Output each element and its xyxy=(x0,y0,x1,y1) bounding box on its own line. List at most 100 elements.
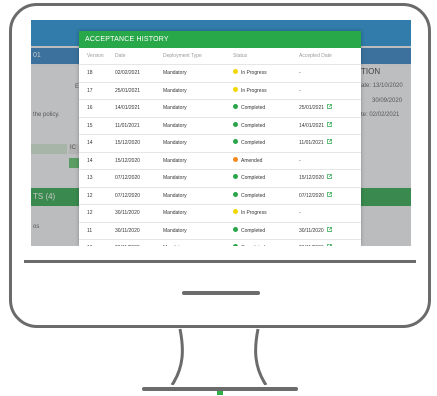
cell-version: 12 xyxy=(79,186,115,205)
monitor-base-accent xyxy=(217,391,223,395)
table-row: 1020/11/2020Mandatory Completed 26/11/2020 xyxy=(79,239,361,246)
table-row: 12 07/12/2020 Mandatory Completed 07/12/2020 xyxy=(79,186,361,205)
cell-accepted-date: 11/01/2021 xyxy=(299,134,361,152)
status-dot-icon xyxy=(233,174,238,180)
accepted-date-value: - xyxy=(299,70,301,77)
table-row: 16 14/01/2021 Mandatory Completed 25/01/2021 xyxy=(79,99,361,117)
cell-version: 10 xyxy=(79,239,115,246)
accepted-date-value: - xyxy=(299,210,301,217)
cell-deployment-type: Mandatory xyxy=(163,81,233,100)
table-row: 11 30/11/2020 Mandatory Completed 30/11/2020 xyxy=(79,221,361,240)
cell-date: 07/12/2020 xyxy=(115,186,163,205)
cell-version: 12 xyxy=(79,204,115,222)
cell-status: In Progress xyxy=(233,64,299,82)
table-header-row: Version Date Deployment Type Status Acce… xyxy=(79,48,361,65)
cell-deployment-type: Mandatory xyxy=(163,64,233,82)
cell-accepted-date: 07/12/2020 xyxy=(299,186,361,205)
modal-title: ACCEPTANCE HISTORY xyxy=(79,31,361,48)
cell-deployment-type: Mandatory xyxy=(163,151,233,170)
accepted-date-value: 11/01/2021 xyxy=(299,140,324,147)
status-label: Completed xyxy=(241,227,266,234)
accepted-date-value: 14/01/2021 xyxy=(299,122,325,129)
screen: 01 E the policy. IC TS (4) os TION ate: … xyxy=(31,20,411,246)
cell-accepted-date: 30/11/2020 xyxy=(299,221,361,240)
status-label: In Progress xyxy=(241,87,267,94)
cell-status: In Progress xyxy=(233,204,299,222)
external-link-icon[interactable] xyxy=(326,139,332,145)
status-dot-icon xyxy=(233,244,238,246)
acceptance-history-table: Version Date Deployment Type Status Acce… xyxy=(79,48,361,246)
external-link-icon[interactable] xyxy=(326,227,332,232)
status-label: Completed xyxy=(241,140,266,147)
accepted-date-value: 07/12/2020 xyxy=(299,192,325,199)
cell-status: Completed xyxy=(233,169,299,187)
accepted-date-value: 25/01/2021 xyxy=(299,105,325,112)
table-row: 14 15/12/2020 Mandatory Completed 11/01/2021 xyxy=(79,134,361,152)
status-dot-icon xyxy=(233,156,238,162)
cell-date: 20/11/2020 xyxy=(115,239,163,246)
cell-deployment-type: Mandatory xyxy=(163,221,233,240)
cell-status: In Progress xyxy=(233,81,299,100)
table-body: 18 02/02/2021 Mandatory In Progress -17 25/01… xyxy=(79,64,361,246)
cell-accepted-date: - xyxy=(299,81,361,100)
column-header-deployment-type: Deployment Type xyxy=(163,53,202,59)
status-dot-icon xyxy=(233,104,238,110)
column-header-status: Status xyxy=(233,53,248,59)
cell-status: Amended xyxy=(233,151,299,170)
cell-accepted-date: 26/11/2020 xyxy=(299,239,361,246)
monitor-chin-indicator xyxy=(182,291,260,295)
status-label: Completed xyxy=(241,175,266,182)
column-header-date: Date xyxy=(115,53,126,59)
cell-status: Completed xyxy=(233,134,299,152)
external-link-icon[interactable] xyxy=(326,244,332,246)
table-row: 13 07/12/2020 Mandatory Completed 15/12/2020 xyxy=(79,169,361,187)
cell-date: 02/02/2021 xyxy=(115,64,163,82)
cell-version: 18 xyxy=(79,64,115,82)
cell-deployment-type: Mandatory xyxy=(163,134,233,152)
status-label: In Progress xyxy=(241,210,267,217)
table-row: 12 30/11/2020 Mandatory In Progress - xyxy=(79,204,361,222)
cell-status: Completed xyxy=(233,186,299,205)
external-link-icon[interactable] xyxy=(327,174,332,180)
cell-status: Completed xyxy=(233,99,299,117)
status-label: Amended xyxy=(241,157,263,164)
cell-date: 15/12/2020 xyxy=(115,134,163,152)
accepted-date-value: 26/11/2020 xyxy=(299,245,324,246)
cell-version: 14 xyxy=(79,151,115,170)
cell-version: 14 xyxy=(79,134,115,152)
cell-accepted-date: 15/12/2020 xyxy=(299,169,361,187)
cell-accepted-date: - xyxy=(299,151,361,170)
cell-accepted-date: - xyxy=(299,64,361,82)
status-label: Completed xyxy=(241,192,266,199)
status-dot-icon xyxy=(233,139,238,145)
external-link-icon[interactable] xyxy=(327,192,332,197)
cell-accepted-date: 14/01/2021 xyxy=(299,116,361,135)
cell-date: 30/11/2020 xyxy=(115,204,163,222)
cell-deployment-type: Mandatory xyxy=(163,239,233,246)
cell-date: 07/12/2020 xyxy=(115,169,163,187)
cell-date: 14/01/2021 xyxy=(115,99,163,117)
status-dot-icon xyxy=(233,226,238,232)
table-row: 18 02/02/2021 Mandatory In Progress - xyxy=(79,64,361,82)
cell-status: Completed xyxy=(233,221,299,240)
cell-date: 30/11/2020 xyxy=(115,221,163,240)
cell-version: 17 xyxy=(79,81,115,100)
external-link-icon[interactable] xyxy=(327,122,332,127)
cell-deployment-type: Mandatory xyxy=(163,186,233,205)
acceptance-history-modal: ACCEPTANCE HISTORY Version Date Deployme… xyxy=(79,31,361,246)
cell-date: 11/01/2021 xyxy=(115,116,163,135)
accepted-date-value: - xyxy=(299,87,301,94)
column-header-accepted-date: Accepted Date xyxy=(299,53,332,59)
cell-status: Completed xyxy=(233,116,299,135)
cell-date: 25/01/2021 xyxy=(115,81,163,100)
external-link-icon[interactable] xyxy=(327,104,332,110)
table-row: 14 15/12/2020 Mandatory Amended - xyxy=(79,151,361,170)
monitor-bezel-divider xyxy=(24,260,416,263)
cell-status: Completed xyxy=(233,239,299,246)
cell-accepted-date: 25/01/2021 xyxy=(299,99,361,117)
accepted-date-value: - xyxy=(299,157,301,164)
cell-version: 16 xyxy=(79,99,115,117)
accepted-date-value: 15/12/2020 xyxy=(299,175,325,182)
status-label: Completed xyxy=(241,245,265,246)
status-dot-icon xyxy=(233,191,238,197)
